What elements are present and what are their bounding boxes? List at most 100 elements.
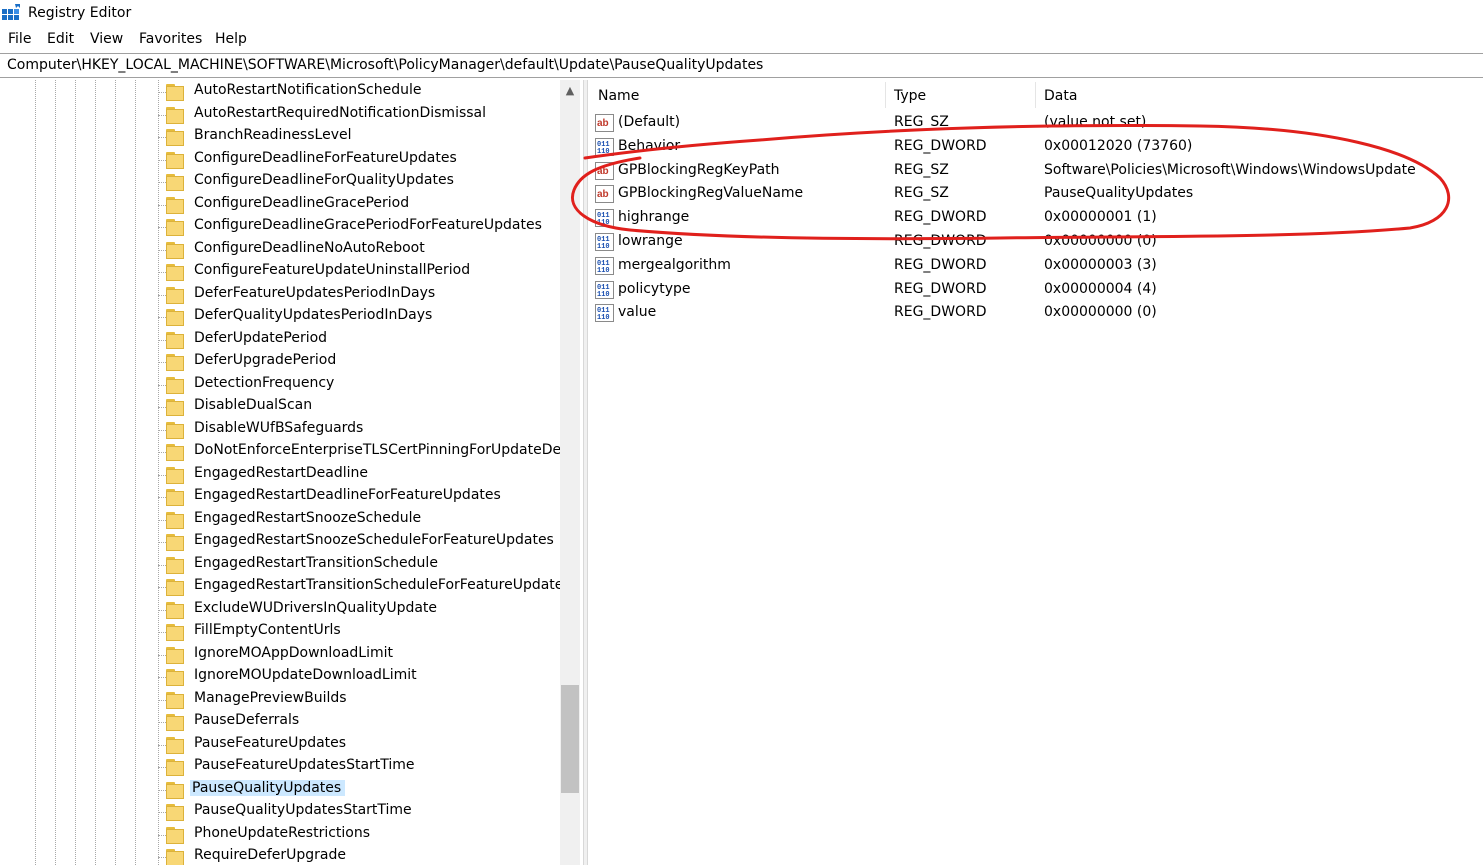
tree-item-label: PauseFeatureUpdates bbox=[194, 734, 347, 751]
tree-item[interactable]: EngagedRestartSnoozeScheduleForFeatureUp… bbox=[0, 531, 562, 553]
tree-item[interactable]: ManagePreviewBuilds bbox=[0, 689, 562, 711]
svg-text:110: 110 bbox=[597, 291, 610, 299]
column-divider[interactable] bbox=[885, 82, 886, 108]
value-name: highrange bbox=[618, 209, 690, 226]
tree-item[interactable]: DetectionFrequency bbox=[0, 374, 562, 396]
menu-edit[interactable]: Edit bbox=[47, 31, 74, 47]
tree-item[interactable]: FillEmptyContentUrls bbox=[0, 621, 562, 643]
tree-connector bbox=[158, 182, 166, 183]
value-row[interactable]: 011 110 policytype REG_DWORD 0x00000004 (4) bbox=[589, 278, 1483, 302]
tree-item[interactable]: EngagedRestartDeadline bbox=[0, 464, 562, 486]
tree-item[interactable]: DisableWUfBSafeguards bbox=[0, 419, 562, 441]
menu-file[interactable]: File bbox=[8, 31, 31, 47]
tree-item[interactable]: ConfigureFeatureUpdateUninstallPeriod bbox=[0, 261, 562, 283]
tree-item[interactable]: ConfigureDeadlineNoAutoReboot bbox=[0, 239, 562, 261]
tree-item[interactable]: ExcludeWUDriversInQualityUpdate bbox=[0, 599, 562, 621]
tree-connector bbox=[158, 519, 166, 521]
tree-connector bbox=[158, 272, 166, 273]
folder-icon bbox=[166, 759, 186, 776]
value-type: REG_SZ bbox=[894, 114, 949, 130]
tree-item[interactable]: PauseQualityUpdatesStartTime bbox=[0, 801, 562, 823]
tree-item[interactable]: ConfigureDeadlineGracePeriodForFeatureUp… bbox=[0, 216, 562, 238]
values-list[interactable]: Name Type Data ab (Default) REG_SZ (value n… bbox=[589, 80, 1483, 865]
tree-item[interactable]: ConfigureDeadlineForFeatureUpdates bbox=[0, 149, 562, 171]
tree-item-label: ConfigureDeadlineNoAutoReboot bbox=[194, 239, 425, 256]
column-divider[interactable] bbox=[1035, 82, 1036, 108]
tree-connector bbox=[158, 609, 166, 611]
value-row[interactable]: ab (Default) REG_SZ (value not set) bbox=[589, 111, 1483, 135]
tree-item[interactable]: PauseQualityUpdates bbox=[0, 779, 562, 801]
tree-connector bbox=[158, 429, 166, 431]
binary-value-icon: 011 110 bbox=[595, 233, 614, 251]
tree-item[interactable]: AutoRestartRequiredNotificationDismissal bbox=[0, 104, 562, 126]
tree-item[interactable]: IgnoreMOUpdateDownloadLimit bbox=[0, 666, 562, 688]
tree-item[interactable]: DeferFeatureUpdatesPeriodInDays bbox=[0, 284, 562, 306]
tree-item[interactable]: ConfigureDeadlineGracePeriod bbox=[0, 194, 562, 216]
tree-item[interactable]: PauseFeatureUpdates bbox=[0, 734, 562, 756]
tree-item[interactable]: PhoneUpdateRestrictions bbox=[0, 824, 562, 846]
menu-view[interactable]: View bbox=[90, 31, 123, 47]
tree-item-label: ManagePreviewBuilds bbox=[194, 689, 347, 706]
tree-item[interactable]: RequireDeferUpgrade bbox=[0, 846, 562, 865]
value-row[interactable]: 011 110 value REG_DWORD 0x00000000 (0) bbox=[589, 301, 1483, 325]
folder-icon bbox=[166, 804, 186, 821]
folder-icon bbox=[166, 106, 186, 124]
folder-icon bbox=[166, 399, 186, 416]
tree-item[interactable]: IgnoreMOAppDownloadLimit bbox=[0, 644, 562, 666]
folder-icon bbox=[166, 354, 186, 371]
address-path[interactable]: Computer\HKEY_LOCAL_MACHINE\SOFTWARE\Mic… bbox=[7, 57, 763, 73]
menu-help[interactable]: Help bbox=[215, 31, 247, 47]
svg-text:ab: ab bbox=[597, 189, 609, 200]
tree-item-label: IgnoreMOUpdateDownloadLimit bbox=[194, 667, 417, 683]
tree-item[interactable]: DeferQualityUpdatesPeriodInDays bbox=[0, 306, 562, 328]
value-row[interactable]: ab GPBlockingRegKeyPath REG_SZ Software\Pol… bbox=[589, 159, 1483, 183]
tree-item-label: PauseQualityUpdatesStartTime bbox=[194, 802, 412, 818]
menu-favorites[interactable]: Favorites bbox=[139, 31, 202, 47]
tree-item[interactable]: EngagedRestartSnoozeSchedule bbox=[0, 509, 562, 531]
folder-icon bbox=[166, 129, 186, 146]
value-name: (Default) bbox=[618, 114, 681, 130]
tree-item[interactable]: PauseFeatureUpdatesStartTime bbox=[0, 756, 562, 778]
tree-item[interactable]: AutoRestartNotificationSchedule bbox=[0, 81, 562, 103]
tree-item-label: AutoRestartNotificationSchedule bbox=[194, 82, 422, 98]
address-bar[interactable]: Computer\HKEY_LOCAL_MACHINE\SOFTWARE\Mic… bbox=[0, 53, 1483, 78]
value-row[interactable]: 011 110 highrange REG_DWORD 0x00000001 (1) bbox=[589, 206, 1483, 230]
tree-item[interactable]: ConfigureDeadlineForQualityUpdates bbox=[0, 171, 562, 193]
column-header-type[interactable]: Type bbox=[894, 80, 926, 111]
folder-icon bbox=[166, 84, 186, 101]
tree-item[interactable]: EngagedRestartDeadlineForFeatureUpdates bbox=[0, 486, 562, 508]
column-header-data[interactable]: Data bbox=[1044, 80, 1077, 111]
column-header-name[interactable]: Name bbox=[598, 80, 639, 111]
folder-icon bbox=[166, 241, 186, 259]
tree-item[interactable]: DeferUpdatePeriod bbox=[0, 329, 562, 351]
value-type: REG_DWORD bbox=[894, 304, 987, 321]
menu-bar: File Edit View Favorites Help bbox=[0, 29, 1483, 51]
tree-item[interactable]: DeferUpgradePeriod bbox=[0, 351, 562, 373]
string-value-icon: ab bbox=[595, 114, 614, 132]
value-row[interactable]: 011 110 Behavior REG_DWORD 0x00012020 (73760… bbox=[589, 135, 1483, 159]
value-row[interactable]: 011 110 mergealgorithm REG_DWORD 0x00000003 … bbox=[589, 254, 1483, 278]
tree-item-label: ConfigureDeadlineForQualityUpdates bbox=[194, 172, 454, 188]
tree-item[interactable]: DisableDualScan bbox=[0, 396, 562, 418]
tree-connector bbox=[158, 812, 166, 813]
tree-item[interactable]: PauseDeferrals bbox=[0, 711, 562, 733]
folder-icon bbox=[166, 511, 186, 529]
tree-scrollbar[interactable]: ▲ bbox=[560, 80, 580, 865]
scrollbar-thumb[interactable] bbox=[561, 685, 579, 793]
tree-connector bbox=[158, 204, 166, 206]
value-row[interactable]: ab GPBlockingRegValueName REG_SZ PauseQuali… bbox=[589, 182, 1483, 206]
value-row[interactable]: 011 110 lowrange REG_DWORD 0x00000000 (0) bbox=[589, 230, 1483, 254]
pane-splitter[interactable] bbox=[583, 80, 588, 865]
tree-item-label: DeferFeatureUpdatesPeriodInDays bbox=[194, 284, 436, 301]
string-value-icon: ab bbox=[595, 185, 614, 204]
folder-icon bbox=[166, 714, 186, 731]
folder-icon bbox=[166, 151, 186, 169]
tree-item[interactable]: BranchReadinessLevel bbox=[0, 126, 562, 148]
tree-item[interactable]: EngagedRestartTransitionScheduleForFeatu… bbox=[0, 576, 571, 598]
folder-icon bbox=[166, 691, 186, 709]
tree-item[interactable]: DoNotEnforceEnterpriseTLSCertPinningForU… bbox=[0, 441, 580, 463]
folder-icon bbox=[166, 376, 186, 394]
scroll-up-icon[interactable]: ▲ bbox=[560, 82, 580, 100]
tree-item[interactable]: EngagedRestartTransitionSchedule bbox=[0, 554, 562, 576]
key-tree[interactable]: AutoRestartNotificationSchedule AutoResta… bbox=[0, 80, 580, 865]
